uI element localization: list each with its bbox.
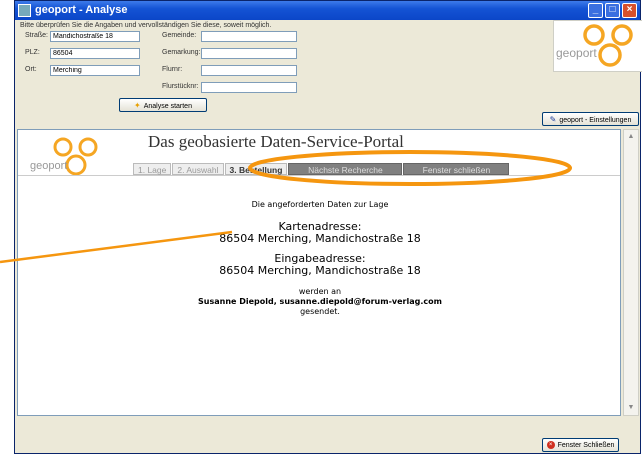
scroll-up-arrow-icon[interactable]: ▲ (625, 131, 637, 143)
maximize-button[interactable]: □ (605, 3, 620, 18)
close-button-label: Fenster Schließen (557, 441, 615, 449)
strasse-label: Straße: (25, 32, 48, 39)
gemarkung-label: Gemarkung: (162, 49, 201, 56)
close-window-button[interactable]: × (622, 3, 637, 18)
footer-bar: × Fenster Schließen (15, 417, 640, 453)
gesendet-text: gesendet. (300, 307, 340, 316)
flurstuecknr-input[interactable] (201, 82, 297, 93)
strasse-input[interactable] (50, 31, 140, 42)
gemarkung-input[interactable] (201, 48, 297, 59)
minimize-button[interactable]: _ (588, 3, 603, 18)
gemeinde-input[interactable] (201, 31, 297, 42)
vertical-scrollbar[interactable]: ▲ ▼ (623, 129, 639, 416)
magic-wand-icon: ✦ (134, 100, 141, 110)
ort-input[interactable] (50, 65, 140, 76)
settings-button[interactable]: ✎ geoport - Einstellungen (542, 112, 639, 126)
app-icon (18, 4, 31, 17)
ort-label: Ort: (25, 66, 37, 73)
scroll-down-arrow-icon[interactable]: ▼ (625, 402, 637, 414)
geoport-logo-graphic: geoport (556, 24, 633, 67)
tab-lage[interactable]: 1. Lage (133, 163, 172, 175)
address-form-panel: Bitte überprüfen Sie die Angaben und ver… (15, 20, 642, 128)
logo-wordmark: geoport (556, 46, 597, 60)
werden-an-text: werden an (298, 287, 342, 296)
flurnr-label: Flurnr: (162, 66, 183, 73)
recipient-text: Susanne Diepold, susanne.diepold@forum-v… (198, 297, 442, 306)
tab-auswahl[interactable]: 2. Auswahl (172, 163, 224, 175)
message-intro: Die angeforderten Daten zur Lage (251, 200, 389, 209)
analyse-button-label: Analyse starten (143, 102, 192, 110)
title-bar[interactable]: geoport - Analyse _ □ × (15, 1, 640, 20)
flurstuecknr-label: Flurstücknr: (162, 83, 199, 90)
eingabeadresse-value: 86504 Merching, Mandichostraße 18 (219, 264, 421, 277)
fenster-schliessen-tab-button[interactable]: Fenster schließen (403, 163, 510, 175)
portal-content: geoport Das geobasierte Daten-Service-Po… (17, 129, 621, 416)
step-tabs: 1. Lage 2. Auswahl 3. Bestellung Nächste… (133, 163, 510, 176)
portal-title: Das geobasierte Daten-Service-Portal (148, 132, 404, 151)
app-window: geoport - Analyse _ □ × Bitte überprüfen… (14, 0, 642, 454)
naechste-recherche-button[interactable]: Nächste Recherche (288, 163, 403, 175)
flurnr-input[interactable] (201, 65, 297, 76)
kartenadresse-value: 86504 Merching, Mandichostraße 18 (219, 232, 421, 245)
window-title: geoport - Analyse (35, 4, 128, 16)
portal-logo: geoport (30, 137, 98, 176)
pencil-icon: ✎ (549, 114, 557, 124)
tab-bestellung[interactable]: 3. Bestellung (224, 163, 288, 175)
form-instructions: Bitte überprüfen Sie die Angaben und ver… (20, 22, 272, 29)
plz-input[interactable] (50, 48, 140, 59)
analyse-starten-button[interactable]: ✦ Analyse starten (119, 98, 207, 112)
close-circle-icon: × (546, 441, 555, 449)
plz-label: PLZ: (25, 49, 40, 56)
settings-button-label: geoport - Einstellungen (559, 116, 632, 124)
geoport-logo: geoport (553, 20, 642, 72)
portal-logo-wordmark: geoport (30, 160, 67, 172)
gemeinde-label: Gemeinde: (162, 32, 197, 39)
fenster-schliessen-button[interactable]: × Fenster Schließen (542, 438, 619, 452)
